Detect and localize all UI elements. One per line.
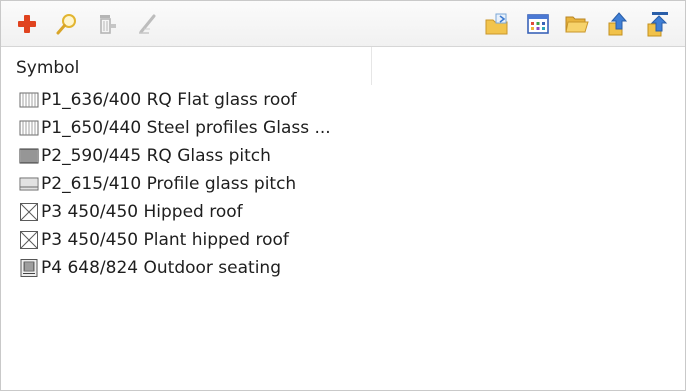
search-icon <box>56 14 76 35</box>
add-icon <box>18 15 36 33</box>
delete-button[interactable] <box>91 9 123 39</box>
list-item-label: P1_636/400 RQ Flat glass roof <box>41 90 297 110</box>
toolbar <box>1 1 685 47</box>
search-button[interactable] <box>51 9 83 39</box>
import-button[interactable] <box>481 9 513 39</box>
import-icon <box>485 13 508 35</box>
list-item[interactable]: P2_615/410 Profile glass pitch <box>1 171 381 199</box>
delete-icon <box>100 15 116 34</box>
list-item-label: P2_615/410 Profile glass pitch <box>41 174 297 194</box>
edit-button[interactable] <box>131 9 163 39</box>
add-button[interactable] <box>11 9 43 39</box>
catalog-grid-icon <box>527 14 549 34</box>
list-item[interactable]: P3 450/450 Plant hipped roof <box>1 227 381 255</box>
list-item[interactable]: P1_636/400 RQ Flat glass roof <box>1 87 381 115</box>
list-item-label: P3 450/450 Plant hipped roof <box>41 230 289 250</box>
open-folder-icon <box>565 16 589 33</box>
hipped-roof-icon <box>20 231 38 249</box>
symbol-catalog-panel: Symbol P1_636/400 RQ Flat glass roof P1_… <box>0 0 686 391</box>
edit-icon <box>139 14 156 34</box>
list-item-label: P2_590/445 RQ Glass pitch <box>41 146 271 166</box>
column-header-symbol[interactable]: Symbol <box>1 47 372 85</box>
list-item-label: P3 450/450 Hipped roof <box>41 202 243 222</box>
catalog-grid-button[interactable] <box>522 9 554 39</box>
open-folder-button[interactable] <box>561 9 593 39</box>
move-up-icon <box>608 12 628 36</box>
move-top-icon <box>647 12 668 37</box>
list-item-label: P4 648/824 Outdoor seating <box>41 258 281 278</box>
glass-roof-hatch-icon <box>19 92 39 108</box>
outdoor-seating-icon <box>20 259 38 277</box>
list-item[interactable]: P2_590/445 RQ Glass pitch <box>1 143 381 171</box>
symbol-list: Symbol P1_636/400 RQ Flat glass roof P1_… <box>1 47 685 390</box>
dense-hatch-icon <box>19 148 39 164</box>
column-header-label: Symbol <box>16 58 80 78</box>
hipped-roof-icon <box>20 203 38 221</box>
move-up-button[interactable] <box>601 9 633 39</box>
glass-roof-hatch-icon <box>19 120 39 136</box>
profile-glass-icon <box>19 177 39 191</box>
list-item[interactable]: P1_650/440 Steel profiles Glass ... <box>1 115 381 143</box>
list-item[interactable]: P3 450/450 Hipped roof <box>1 199 381 227</box>
list-item[interactable]: P4 648/824 Outdoor seating <box>1 255 381 283</box>
list-item-label: P1_650/440 Steel profiles Glass ... <box>41 118 331 138</box>
move-top-button[interactable] <box>641 9 673 39</box>
